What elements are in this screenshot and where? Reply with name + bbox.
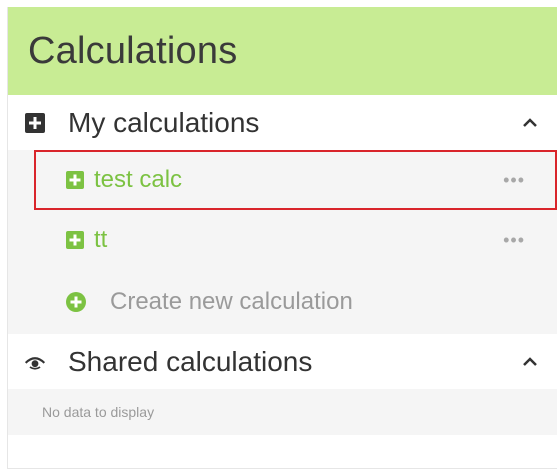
list-item-label: tt (94, 226, 108, 253)
page-title: Calculations (28, 29, 238, 72)
add-box-icon (66, 231, 84, 249)
eye-share-icon (24, 351, 46, 373)
chevron-up-icon[interactable] (519, 351, 541, 373)
my-calculations-header[interactable]: My calculations (8, 95, 557, 150)
expand-box-icon (24, 112, 46, 134)
more-options-icon[interactable]: ••• (503, 230, 525, 251)
chevron-up-icon[interactable] (519, 112, 541, 134)
my-calculations-list: test calc ••• tt ••• Create new calculat… (8, 150, 557, 334)
shared-calculations-label: Shared calculations (68, 345, 313, 377)
empty-state-text: No data to display (42, 404, 155, 420)
calculations-panel: Calculations My calculations test calc •… (7, 7, 557, 469)
panel-header: Calculations (8, 7, 557, 95)
shared-calculations-empty: No data to display (8, 389, 557, 435)
list-item-test-calc[interactable]: test calc ••• (34, 150, 557, 210)
create-new-calculation-label: Create new calculation (110, 288, 353, 315)
shared-calculations-header[interactable]: Shared calculations (8, 334, 557, 389)
my-calculations-label: My calculations (68, 106, 260, 138)
list-item-tt[interactable]: tt ••• (8, 210, 557, 270)
list-item-label: test calc (94, 166, 183, 193)
plus-circle-icon (66, 292, 86, 312)
create-new-calculation-button[interactable]: Create new calculation (8, 270, 557, 334)
add-box-icon (66, 171, 84, 189)
more-options-icon[interactable]: ••• (503, 170, 525, 191)
